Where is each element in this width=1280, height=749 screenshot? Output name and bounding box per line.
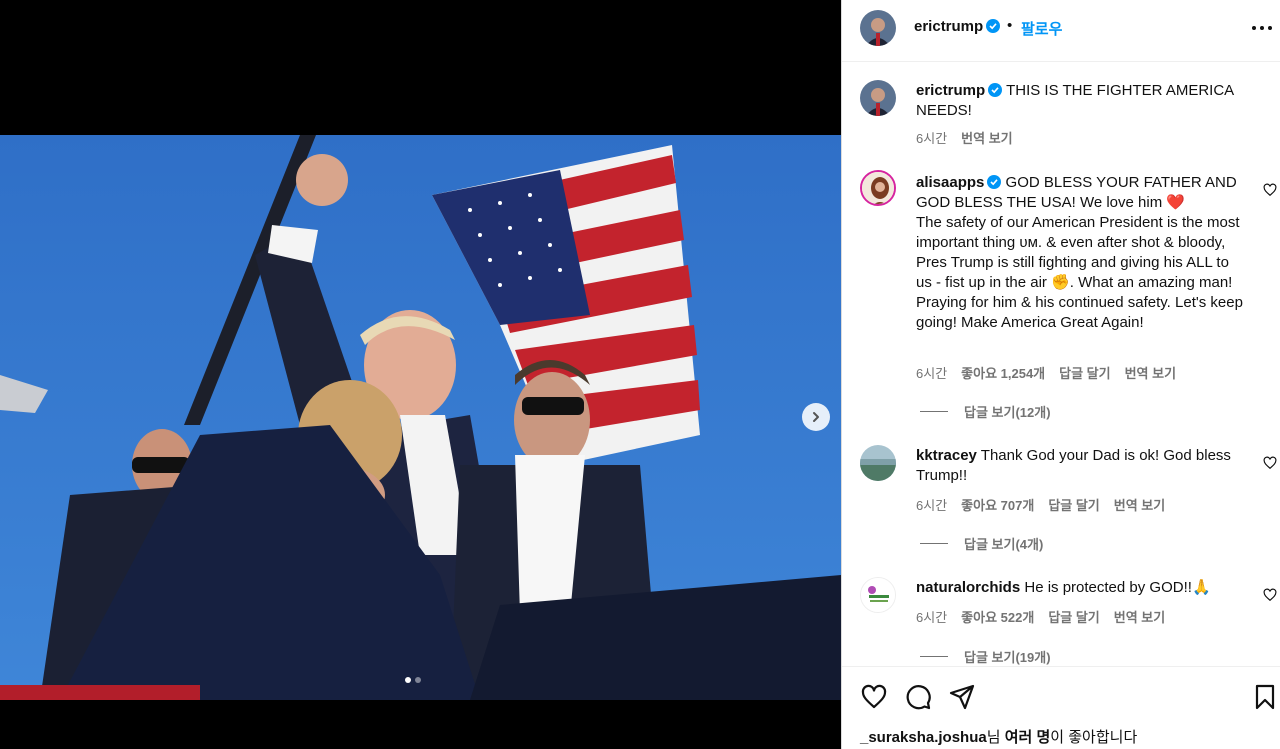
caption-avatar[interactable] bbox=[860, 80, 896, 116]
caption-username[interactable]: erictrump bbox=[916, 82, 985, 99]
comment-text: kktracey Thank God your Dad is ok! God b… bbox=[916, 446, 1246, 486]
view-replies-button[interactable]: 답글 보기(4개) bbox=[920, 534, 1043, 553]
translate-button[interactable]: 번역 보기 bbox=[1114, 495, 1165, 514]
verified-badge-icon bbox=[988, 83, 1003, 97]
comment-username[interactable]: naturalorchids bbox=[916, 579, 1020, 596]
likes-others[interactable]: 여러 명 bbox=[1005, 729, 1051, 746]
post-photo bbox=[0, 135, 841, 700]
comment-time: 6시간 bbox=[916, 610, 948, 625]
comment-likes[interactable]: 좋아요 1,254개 bbox=[961, 363, 1045, 382]
bookmark-icon[interactable] bbox=[1251, 683, 1279, 711]
like-comment-icon[interactable] bbox=[1263, 588, 1277, 602]
comment-likes[interactable]: 좋아요 707개 bbox=[961, 495, 1034, 514]
post-header: erictrump • 팔로우 bbox=[842, 0, 1280, 62]
verified-badge-icon bbox=[987, 175, 1002, 189]
post-sidebar: erictrump • 팔로우 erictrump THIS IS THE FI… bbox=[841, 0, 1280, 749]
comment-body: He is protected by GOD!! bbox=[1024, 579, 1192, 596]
verified-badge-icon bbox=[986, 19, 1001, 33]
heart-emoji: ❤️ bbox=[1166, 194, 1186, 211]
carousel-dot bbox=[415, 677, 421, 683]
comment-avatar[interactable] bbox=[860, 445, 896, 481]
liker-username[interactable]: _suraksha.joshua bbox=[860, 729, 987, 746]
next-photo-button[interactable] bbox=[802, 403, 830, 431]
comment-meta: 6시간 좋아요 1,254개 답글 달기 번역 보기 bbox=[916, 363, 1176, 382]
post-media bbox=[0, 0, 841, 749]
view-replies-label: 답글 보기(4개) bbox=[964, 537, 1044, 552]
fist-emoji: ✊ bbox=[1051, 274, 1070, 291]
comment-time: 6시간 bbox=[916, 498, 948, 513]
comment-username[interactable]: alisaapps bbox=[916, 174, 984, 191]
comment-avatar[interactable] bbox=[860, 170, 896, 206]
caption-text: erictrump THIS IS THE FIGHTER AMERICA NE… bbox=[916, 81, 1246, 121]
post-actions: _suraksha.joshua님 여러 명이 좋아합니다 bbox=[842, 666, 1280, 749]
reply-button[interactable]: 답글 달기 bbox=[1048, 607, 1099, 626]
comment-text: alisaapps GOD BLESS YOUR FATHER AND GOD … bbox=[916, 173, 1246, 333]
view-replies-label: 답글 보기(19개) bbox=[964, 650, 1051, 665]
like-comment-icon[interactable] bbox=[1263, 183, 1277, 197]
reply-button[interactable]: 답글 달기 bbox=[1059, 363, 1110, 382]
comment-icon[interactable] bbox=[904, 683, 932, 711]
likes-summary[interactable]: _suraksha.joshua님 여러 명이 좋아합니다 bbox=[860, 726, 1137, 747]
author-username-text[interactable]: erictrump bbox=[914, 18, 983, 35]
author-username[interactable]: erictrump bbox=[914, 18, 1001, 35]
share-icon[interactable] bbox=[948, 683, 976, 711]
translate-button[interactable]: 번역 보기 bbox=[1114, 607, 1165, 626]
comment-meta: 6시간 좋아요 522개 답글 달기 번역 보기 bbox=[916, 607, 1165, 626]
translate-button[interactable]: 번역 보기 bbox=[1125, 363, 1176, 382]
author-avatar[interactable] bbox=[860, 10, 896, 46]
chevron-right-icon bbox=[813, 412, 819, 422]
praying-emoji: 🙏 bbox=[1191, 579, 1211, 596]
comment-avatar[interactable] bbox=[860, 577, 896, 613]
comment-text: naturalorchids He is protected by GOD!!🙏 bbox=[916, 578, 1246, 598]
caption-meta: 6시간 번역 보기 bbox=[916, 128, 1013, 147]
view-replies-button[interactable]: 답글 보기(19개) bbox=[920, 647, 1051, 666]
comment-time: 6시간 bbox=[916, 366, 948, 381]
caption-translate-button[interactable]: 번역 보기 bbox=[961, 128, 1012, 147]
like-comment-icon[interactable] bbox=[1263, 456, 1277, 470]
heart-icon[interactable] bbox=[860, 683, 888, 711]
view-replies-label: 답글 보기(12개) bbox=[964, 405, 1051, 420]
comments-list[interactable]: erictrump THIS IS THE FIGHTER AMERICA NE… bbox=[842, 62, 1280, 666]
comment-username[interactable]: kktracey bbox=[916, 447, 977, 464]
carousel-indicator bbox=[405, 677, 421, 683]
reply-button[interactable]: 답글 달기 bbox=[1048, 495, 1099, 514]
likes-summary-mid: 님 bbox=[986, 729, 1005, 746]
carousel-dot-active bbox=[405, 677, 411, 683]
comment-likes[interactable]: 좋아요 522개 bbox=[961, 607, 1034, 626]
more-icon[interactable] bbox=[1251, 25, 1273, 31]
header-separator: • bbox=[1007, 17, 1013, 34]
caption-time: 6시간 bbox=[916, 131, 948, 146]
likes-summary-end: 이 좋아합니다 bbox=[1050, 729, 1138, 746]
follow-button[interactable]: 팔로우 bbox=[1021, 18, 1062, 39]
view-replies-button[interactable]: 답글 보기(12개) bbox=[920, 402, 1051, 421]
comment-meta: 6시간 좋아요 707개 답글 달기 번역 보기 bbox=[916, 495, 1165, 514]
